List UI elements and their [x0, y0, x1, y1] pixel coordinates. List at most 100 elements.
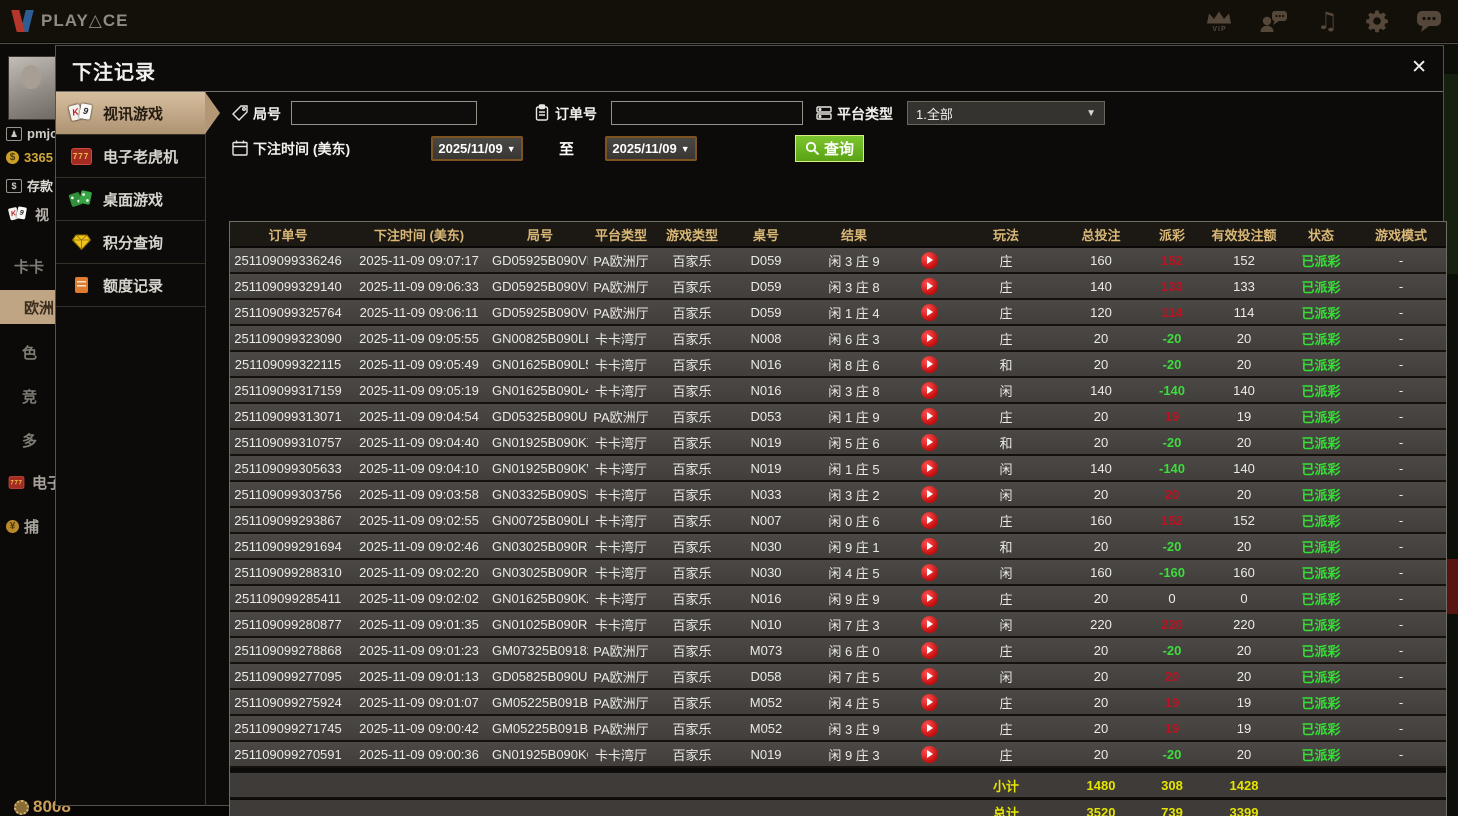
- replay-button[interactable]: [920, 745, 938, 763]
- replay-button[interactable]: [920, 485, 938, 503]
- table-row: 251109099277095 2025-11-09 09:01:13 GD0582…: [230, 664, 1446, 690]
- replay-button[interactable]: [920, 251, 938, 269]
- status-cell: 已派彩: [1301, 669, 1341, 685]
- payout-cell: 19: [1164, 408, 1180, 424]
- game-type-cell: 百家乐: [672, 669, 712, 685]
- replay-button[interactable]: [920, 355, 938, 373]
- date-to-picker[interactable]: 2025/11/09 ▼: [605, 136, 697, 161]
- replay-button[interactable]: [920, 719, 938, 737]
- valid-bet-cell: 140: [1233, 382, 1255, 398]
- game-type-cell: 百家乐: [672, 331, 712, 347]
- game-type-cell: 百家乐: [672, 279, 712, 295]
- sidebar-item-points-query[interactable]: 积分查询: [56, 221, 205, 264]
- replay-button[interactable]: [920, 459, 938, 477]
- time-cell: 2025-11-09 09:05:19: [359, 382, 479, 398]
- round-cell: GD05925B090VH: [492, 278, 588, 294]
- playace-logo-text: PLAY△CE: [41, 11, 129, 30]
- status-cell: 已派彩: [1301, 331, 1341, 347]
- order-cell: 251109099305633: [234, 460, 342, 476]
- replay-cell: [906, 693, 952, 711]
- column-header: 游戏类型: [665, 227, 718, 243]
- status-cell: 已派彩: [1301, 409, 1341, 425]
- mode-cell: -: [1398, 564, 1404, 580]
- game-type-cell: 百家乐: [672, 513, 712, 529]
- replay-cell: [906, 303, 952, 321]
- replay-button[interactable]: [920, 641, 938, 659]
- time-cell: 2025-11-09 09:01:23: [359, 642, 479, 658]
- playace-logo: PLAY△CE: [11, 9, 129, 33]
- replay-button[interactable]: [920, 615, 938, 633]
- order-cell: 251109099275924: [234, 694, 342, 710]
- search-button[interactable]: 查询: [795, 135, 865, 162]
- mode-cell: -: [1398, 382, 1404, 398]
- mode-cell: -: [1398, 330, 1404, 346]
- column-header: 游戏模式: [1374, 227, 1427, 243]
- game-type-cell: 百家乐: [672, 539, 712, 555]
- subtotal-bet: 1480: [1086, 777, 1116, 793]
- sidebar-item-label: 视讯游戏: [103, 105, 164, 123]
- vip-crown-icon[interactable]: VIP: [1206, 10, 1232, 33]
- round-cell: GN01925B090KX: [492, 434, 588, 450]
- column-header: 派彩: [1158, 227, 1185, 243]
- order-cell: 251109099323090: [234, 330, 342, 346]
- game-type-cell: 百家乐: [672, 721, 712, 737]
- music-icon[interactable]: ♫: [1316, 9, 1338, 33]
- status-cell: 已派彩: [1301, 461, 1341, 477]
- total-valid: 3399: [1229, 804, 1259, 816]
- replay-button[interactable]: [920, 329, 938, 347]
- date-from-picker[interactable]: 2025/11/09 ▼: [431, 136, 523, 161]
- round-cell: GD05825B090U1: [492, 668, 588, 684]
- platform-cell: PA欧洲厅: [593, 305, 649, 321]
- replay-button[interactable]: [920, 277, 938, 295]
- total-label: 总计: [992, 805, 1019, 816]
- bet-cell: 220: [1090, 616, 1112, 632]
- replay-button[interactable]: [920, 589, 938, 607]
- bet-cell: 20: [1093, 746, 1109, 762]
- round-cell: GN01625B090KZ: [492, 590, 588, 606]
- order-input[interactable]: [611, 101, 803, 125]
- sidebar-item-table-games[interactable]: 桌面游戏: [56, 178, 205, 221]
- replay-cell: [906, 459, 952, 477]
- bet-cell: 20: [1093, 642, 1109, 658]
- replay-button[interactable]: [920, 667, 938, 685]
- chat-bubble-icon[interactable]: [1416, 9, 1442, 33]
- replay-button[interactable]: [920, 433, 938, 451]
- sidebar-item-quota-records[interactable]: 额度记录: [56, 264, 205, 307]
- method-cell: 和: [999, 435, 1013, 451]
- replay-button[interactable]: [920, 537, 938, 555]
- valid-bet-cell: 19: [1236, 720, 1252, 736]
- sidebar-item-slots[interactable]: 777 电子老虎机: [56, 135, 205, 178]
- table-row: 251109099310757 2025-11-09 09:04:40 GN0192…: [230, 430, 1446, 456]
- close-icon[interactable]: ✕: [1411, 58, 1427, 77]
- payout-cell: -140: [1158, 460, 1186, 476]
- replay-button[interactable]: [920, 563, 938, 581]
- mode-cell: -: [1398, 642, 1404, 658]
- user-chat-icon[interactable]: [1259, 9, 1289, 33]
- round-input[interactable]: [291, 101, 477, 125]
- replay-button[interactable]: [920, 303, 938, 321]
- round-cell: GN01925B090KQ: [492, 746, 588, 762]
- settings-gear-icon[interactable]: [1365, 9, 1389, 33]
- replay-button[interactable]: [920, 693, 938, 711]
- replay-button[interactable]: [920, 407, 938, 425]
- method-cell: 庄: [999, 721, 1013, 737]
- table-row: 251109099336246 2025-11-09 09:07:17 GD0592…: [230, 248, 1446, 274]
- method-cell: 闲: [999, 669, 1013, 685]
- method-cell: 庄: [999, 695, 1013, 711]
- game-type-cell: 百家乐: [672, 591, 712, 607]
- replay-button[interactable]: [920, 511, 938, 529]
- result-cell: 闲 1 庄 4: [828, 305, 880, 321]
- sidebar-item-video-games[interactable]: K9 视讯游戏: [56, 92, 220, 135]
- table-row: 251109099280877 2025-11-09 09:01:35 GN0102…: [230, 612, 1446, 638]
- round-cell: GD05925B090VI: [492, 252, 588, 268]
- order-cell: 251109099310757: [234, 434, 342, 450]
- platform-type-select[interactable]: 1.全部 ▼: [907, 101, 1105, 125]
- result-cell: 闲 3 庄 9: [828, 253, 880, 269]
- time-cell: 2025-11-09 09:05:55: [359, 330, 479, 346]
- chevron-down-icon: ▼: [506, 143, 516, 154]
- mode-cell: -: [1398, 304, 1404, 320]
- replay-cell: [906, 251, 952, 269]
- status-cell: 已派彩: [1301, 487, 1341, 503]
- total-bet: 3520: [1086, 804, 1116, 816]
- replay-button[interactable]: [920, 381, 938, 399]
